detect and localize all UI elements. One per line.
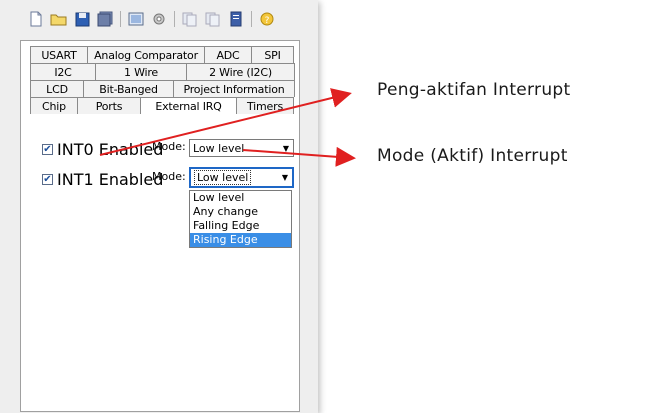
arrow-to-note2: [242, 146, 356, 167]
arrow-to-note1: [99, 88, 352, 156]
annotation-arrows: [99, 88, 356, 167]
annotation-note-1: Peng-aktifan Interrupt: [377, 80, 571, 100]
annotation-note-2: Mode (Aktif) Interrupt: [377, 146, 568, 166]
